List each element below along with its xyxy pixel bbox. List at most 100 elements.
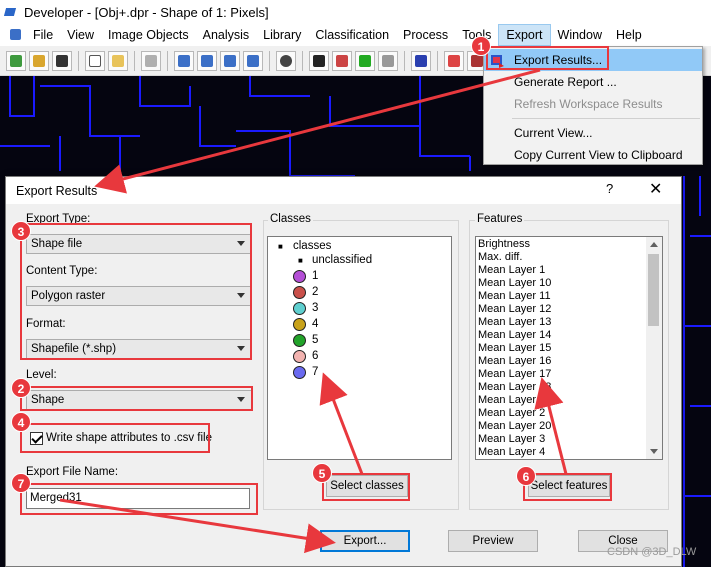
- feature-list-item[interactable]: Mean Layer 1: [478, 264, 551, 277]
- preview-button[interactable]: Preview: [448, 530, 538, 552]
- new-project-icon[interactable]: [6, 50, 26, 71]
- menubar: File View Image Objects Analysis Library…: [0, 24, 711, 46]
- highlight-box-export-type: [20, 223, 252, 360]
- dialog-title-bar: Export Results ? ✕: [6, 177, 681, 204]
- class-item-label[interactable]: 5: [312, 334, 318, 346]
- feature-list-item[interactable]: Mean Layer 11: [478, 290, 551, 303]
- classes-group-title: Classes: [268, 213, 313, 225]
- toolbar-divider: [78, 50, 79, 71]
- features-scrollbar[interactable]: [646, 237, 662, 459]
- globe-icon[interactable]: [276, 50, 296, 71]
- menu-analysis[interactable]: Analysis: [196, 24, 257, 46]
- open-project-icon[interactable]: [29, 50, 49, 71]
- disabled-tool-icon: [141, 50, 161, 71]
- class-view-icon[interactable]: [332, 50, 352, 71]
- menu-view[interactable]: View: [60, 24, 101, 46]
- step-badge-7: 7: [11, 473, 31, 493]
- menu-item-copy-current-view[interactable]: Copy Current View to Clipboard: [484, 144, 702, 166]
- features-group-title: Features: [475, 213, 525, 225]
- feature-list-item[interactable]: Mean Layer 13: [478, 316, 551, 329]
- class-item-label[interactable]: 4: [312, 318, 318, 330]
- features-list[interactable]: Brightness Max. diff. Mean Layer 1 Mean Lay…: [475, 236, 663, 460]
- level-label: Level:: [26, 369, 57, 381]
- watermark-text: CSDN @3D_DLW: [607, 546, 697, 558]
- toolbar-divider: [134, 50, 135, 71]
- save-project-icon[interactable]: [52, 50, 72, 71]
- chart-tool-icon[interactable]: [444, 50, 464, 71]
- unclassified-label[interactable]: unclassified: [312, 254, 372, 266]
- toolbar-divider: [269, 50, 270, 71]
- view-4-icon[interactable]: [243, 50, 263, 71]
- menu-item-current-view[interactable]: Current View...: [484, 122, 702, 144]
- feature-list-item[interactable]: Mean Layer 4: [478, 446, 551, 459]
- feature-list-item[interactable]: Mean Layer 20: [478, 420, 551, 433]
- menu-help[interactable]: Help: [609, 24, 649, 46]
- menu-image-objects[interactable]: Image Objects: [101, 24, 196, 46]
- feature-list-item[interactable]: Mean Layer 16: [478, 355, 551, 368]
- view-1-icon[interactable]: [174, 50, 194, 71]
- app-title: Developer - [Obj+.dpr - Shape of 1: Pixe…: [24, 4, 269, 20]
- view-3-icon[interactable]: [220, 50, 240, 71]
- step-badge-5: 5: [312, 463, 332, 483]
- scroll-up-icon[interactable]: [650, 242, 658, 247]
- feature-list-item[interactable]: Mean Layer 18: [478, 381, 551, 394]
- feature-list-item[interactable]: Mean Layer 15: [478, 342, 551, 355]
- export-file-name-label: Export File Name:: [26, 466, 119, 478]
- close-icon[interactable]: ✕: [649, 179, 662, 199]
- step-badge-4: 4: [11, 412, 31, 432]
- class-color-dot: [293, 270, 306, 283]
- menu-window[interactable]: Window: [551, 24, 609, 46]
- highlight-box-write-attributes: [20, 423, 210, 453]
- class-item-label[interactable]: 2: [312, 286, 318, 298]
- menu-process[interactable]: Process: [396, 24, 455, 46]
- highlight-box-export-results: [486, 46, 609, 70]
- class-item-label[interactable]: 7: [312, 366, 318, 378]
- feature-list-item[interactable]: Brightness: [478, 238, 551, 251]
- step-badge-2: 2: [11, 378, 31, 398]
- menu-classification[interactable]: Classification: [308, 24, 396, 46]
- feature-list-item[interactable]: Mean Layer 10: [478, 277, 551, 290]
- class-color-dot: [293, 318, 306, 331]
- menu-file[interactable]: File: [26, 24, 60, 46]
- feature-list-item[interactable]: Mean Layer 3: [478, 433, 551, 446]
- feature-list-item[interactable]: Mean Layer 14: [478, 329, 551, 342]
- class-item-label[interactable]: 6: [312, 350, 318, 362]
- feature-list-item[interactable]: Max. diff.: [478, 251, 551, 264]
- highlight-box-select-features: [523, 473, 612, 501]
- step-badge-1: 1: [471, 36, 491, 56]
- menu-separator: [512, 118, 700, 119]
- highlight-box-level: [20, 386, 253, 411]
- toolbar-divider: [167, 50, 168, 71]
- scroll-down-icon[interactable]: [650, 449, 658, 454]
- feature-list-item[interactable]: Mean Layer 17: [478, 368, 551, 381]
- polygon-tool-icon[interactable]: [411, 50, 431, 71]
- scroll-thumb[interactable]: [648, 254, 659, 326]
- outline-view-icon[interactable]: [378, 50, 398, 71]
- sample-view-icon[interactable]: [355, 50, 375, 71]
- class-item-label[interactable]: 1: [312, 270, 318, 282]
- menu-item-label: Generate Report ...: [514, 75, 617, 89]
- app-title-bar: Developer - [Obj+.dpr - Shape of 1: Pixe…: [0, 0, 711, 24]
- class-color-dot: [293, 366, 306, 379]
- classes-tree[interactable]: ■ classes ■ unclassified 1 2 3 4 5 6 7: [267, 236, 452, 460]
- menu-library[interactable]: Library: [256, 24, 308, 46]
- menu-item-refresh-workspace-results: Refresh Workspace Results: [484, 93, 702, 115]
- highlight-box-file-name: [20, 483, 258, 515]
- feature-list-item[interactable]: Mean Layer 12: [478, 303, 551, 316]
- open-file-icon[interactable]: [108, 50, 128, 71]
- menubar-app-icon[interactable]: [4, 24, 26, 46]
- class-item-label[interactable]: 3: [312, 302, 318, 314]
- dialog-title: Export Results: [16, 183, 98, 198]
- layer-view-icon[interactable]: [309, 50, 329, 71]
- view-2-icon[interactable]: [197, 50, 217, 71]
- export-button[interactable]: Export...: [320, 530, 410, 552]
- menu-export[interactable]: Export: [498, 24, 551, 46]
- step-badge-3: 3: [11, 221, 31, 241]
- help-button[interactable]: ?: [606, 181, 613, 196]
- feature-list-item[interactable]: Mean Layer 19: [478, 394, 551, 407]
- menu-item-generate-report[interactable]: Generate Report ...: [484, 71, 702, 93]
- new-file-icon[interactable]: [85, 50, 105, 71]
- feature-list-item[interactable]: Mean Layer 2: [478, 407, 551, 420]
- classes-root-label[interactable]: classes: [293, 240, 331, 252]
- features-list-items: Brightness Max. diff. Mean Layer 1 Mean Lay…: [478, 238, 551, 459]
